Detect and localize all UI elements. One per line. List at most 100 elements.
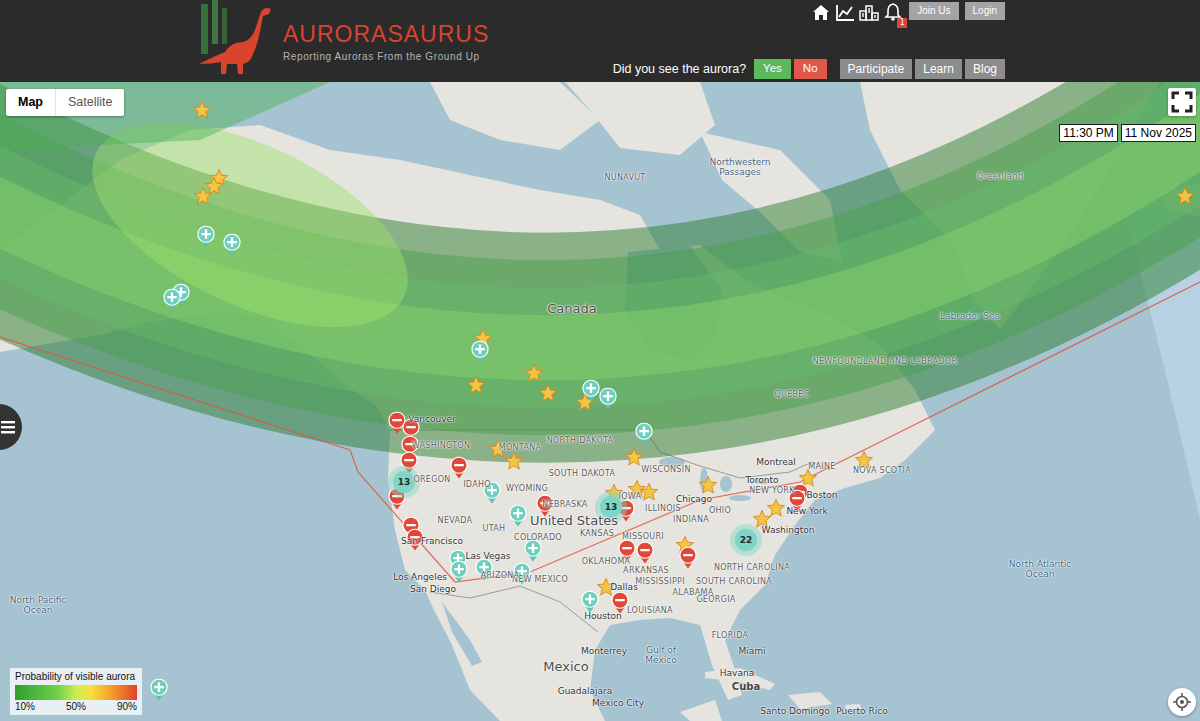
place-label: IDAHO bbox=[463, 481, 491, 490]
place-label: NORTH CAROLINA bbox=[714, 564, 790, 573]
place-label: ARIZONA bbox=[481, 572, 520, 581]
not-seen-report-icon[interactable] bbox=[679, 547, 698, 570]
place-label: United States bbox=[530, 514, 618, 528]
place-label: UTAH bbox=[483, 525, 506, 534]
answer-button[interactable]: No bbox=[794, 59, 827, 79]
tweet-report-icon[interactable] bbox=[450, 561, 469, 584]
not-seen-report-icon[interactable] bbox=[636, 542, 655, 565]
legend-tick: 50% bbox=[66, 701, 86, 713]
time-field[interactable]: 11:30 PM bbox=[1059, 124, 1117, 142]
tweet-report-icon[interactable] bbox=[197, 226, 216, 249]
time-display: 11:30 PM11 Nov 2025 bbox=[1059, 124, 1196, 142]
seen-report-star-icon[interactable] bbox=[1176, 187, 1195, 206]
place-label: NOVA SCOTIA bbox=[853, 467, 911, 476]
place-label: North Pacific Ocean bbox=[6, 596, 70, 616]
seen-report-star-icon[interactable] bbox=[467, 376, 486, 395]
join-button[interactable]: Join Us bbox=[909, 2, 958, 20]
seen-report-star-icon[interactable] bbox=[767, 499, 786, 518]
tweet-report-icon[interactable] bbox=[524, 540, 543, 563]
place-label: NORTH DAKOTA bbox=[547, 437, 614, 446]
legend-tick: 10% bbox=[15, 701, 35, 713]
report-cluster[interactable]: 22 bbox=[735, 529, 757, 551]
tweet-report-icon[interactable] bbox=[582, 380, 601, 403]
map-type-button[interactable]: Satellite bbox=[55, 89, 124, 116]
place-label: San Francisco bbox=[401, 537, 463, 547]
tweet-report-icon[interactable] bbox=[471, 341, 490, 364]
seen-report-star-icon[interactable] bbox=[625, 448, 644, 467]
seen-report-star-icon[interactable] bbox=[640, 483, 659, 502]
seen-report-star-icon[interactable] bbox=[194, 187, 213, 206]
nav-button[interactable]: Participate bbox=[840, 59, 913, 79]
aurora-map[interactable]: NUNAVUTNorthwestern PassagesGreenlandCan… bbox=[0, 82, 1200, 721]
login-button[interactable]: Login bbox=[965, 2, 1005, 20]
seen-report-star-icon[interactable] bbox=[525, 364, 544, 383]
logo[interactable]: AURORASAURUSReporting Auroras From the G… bbox=[0, 0, 489, 82]
nav-button[interactable]: Blog bbox=[965, 59, 1005, 79]
place-label: Washington bbox=[762, 526, 815, 536]
place-label: Northwestern Passages bbox=[708, 158, 772, 178]
tweet-report-icon[interactable] bbox=[581, 591, 600, 614]
place-label: Mexico bbox=[543, 660, 588, 674]
notification-badge: 1 bbox=[897, 18, 907, 28]
place-label: ILLINOIS bbox=[645, 505, 681, 514]
tweet-report-icon[interactable] bbox=[635, 423, 654, 446]
place-label: Canada bbox=[547, 302, 596, 316]
not-seen-report-icon[interactable] bbox=[450, 457, 469, 480]
not-seen-report-icon[interactable] bbox=[611, 592, 630, 615]
logo-tagline: Reporting Auroras From the Ground Up bbox=[283, 51, 489, 63]
fullscreen-icon[interactable] bbox=[1168, 88, 1196, 116]
bell-icon[interactable]: 1 bbox=[883, 2, 903, 24]
answer-button[interactable]: Yes bbox=[754, 59, 791, 79]
place-label: NEWFOUNDLAND AND LABRADOR bbox=[813, 358, 958, 367]
seen-report-star-icon[interactable] bbox=[699, 476, 718, 495]
tweet-report-icon[interactable] bbox=[163, 289, 182, 312]
tweet-report-icon[interactable] bbox=[509, 505, 528, 528]
tweet-report-icon[interactable] bbox=[599, 388, 618, 411]
place-label: Vancouver bbox=[408, 415, 455, 425]
place-label: OHIO bbox=[709, 507, 731, 516]
tweet-report-icon[interactable] bbox=[150, 679, 169, 702]
place-label: NEW MEXICO bbox=[512, 576, 568, 585]
report-cluster[interactable]: 13 bbox=[393, 471, 415, 493]
place-label: Mexico City bbox=[592, 699, 644, 709]
place-label: New York bbox=[786, 507, 827, 517]
aurora-question: Did you see the aurora? bbox=[613, 62, 746, 76]
locate-icon[interactable] bbox=[1168, 688, 1196, 716]
place-label: ARKANSAS bbox=[623, 567, 669, 576]
place-label: Boston bbox=[806, 491, 837, 501]
chart-icon[interactable] bbox=[835, 2, 855, 24]
place-label: WISCONSIN bbox=[641, 466, 690, 475]
date-field[interactable]: 11 Nov 2025 bbox=[1121, 124, 1196, 142]
place-label: WYOMING bbox=[506, 485, 548, 494]
legend-ticks: 10%50%90% bbox=[15, 701, 137, 713]
place-label: MONTANA bbox=[499, 444, 541, 453]
place-label: WASHINGTON bbox=[412, 442, 470, 451]
place-label: GEORGIA bbox=[696, 596, 735, 605]
place-label: INDIANA bbox=[673, 516, 709, 525]
nav-button[interactable]: Learn bbox=[915, 59, 962, 79]
dinosaur-icon bbox=[195, 0, 277, 78]
logo-text: AURORASAURUSReporting Auroras From the G… bbox=[283, 0, 489, 63]
home-icon[interactable] bbox=[811, 2, 831, 24]
place-label: Havana bbox=[720, 669, 754, 679]
seen-report-star-icon[interactable] bbox=[193, 101, 212, 120]
seen-report-star-icon[interactable] bbox=[205, 177, 224, 196]
map-type-button[interactable]: Map bbox=[6, 89, 55, 116]
place-label: IOWA bbox=[619, 493, 642, 502]
seen-report-star-icon[interactable] bbox=[505, 452, 524, 471]
leaderboard-icon[interactable] bbox=[859, 2, 879, 24]
place-label: Puerto Rico bbox=[836, 707, 887, 717]
legend-title: Probability of visible aurora bbox=[15, 671, 137, 683]
header-actions: Did you see the aurora? YesNo ParticipateL… bbox=[613, 59, 1005, 79]
place-label: Montreal bbox=[756, 458, 796, 468]
place-label: OREGON bbox=[413, 476, 450, 485]
place-label: Monterrey bbox=[581, 647, 627, 657]
tweet-report-icon[interactable] bbox=[223, 234, 242, 257]
place-label: FLORIDA bbox=[712, 632, 749, 641]
seen-report-star-icon[interactable] bbox=[539, 384, 558, 403]
header-toolbar: 1 Join Us Login bbox=[613, 2, 1005, 24]
header: AURORASAURUSReporting Auroras From the G… bbox=[0, 0, 1200, 82]
place-label: NUNAVUT bbox=[604, 174, 645, 183]
place-label: Guadalajara bbox=[558, 687, 613, 697]
legend-color-bar bbox=[15, 685, 137, 700]
